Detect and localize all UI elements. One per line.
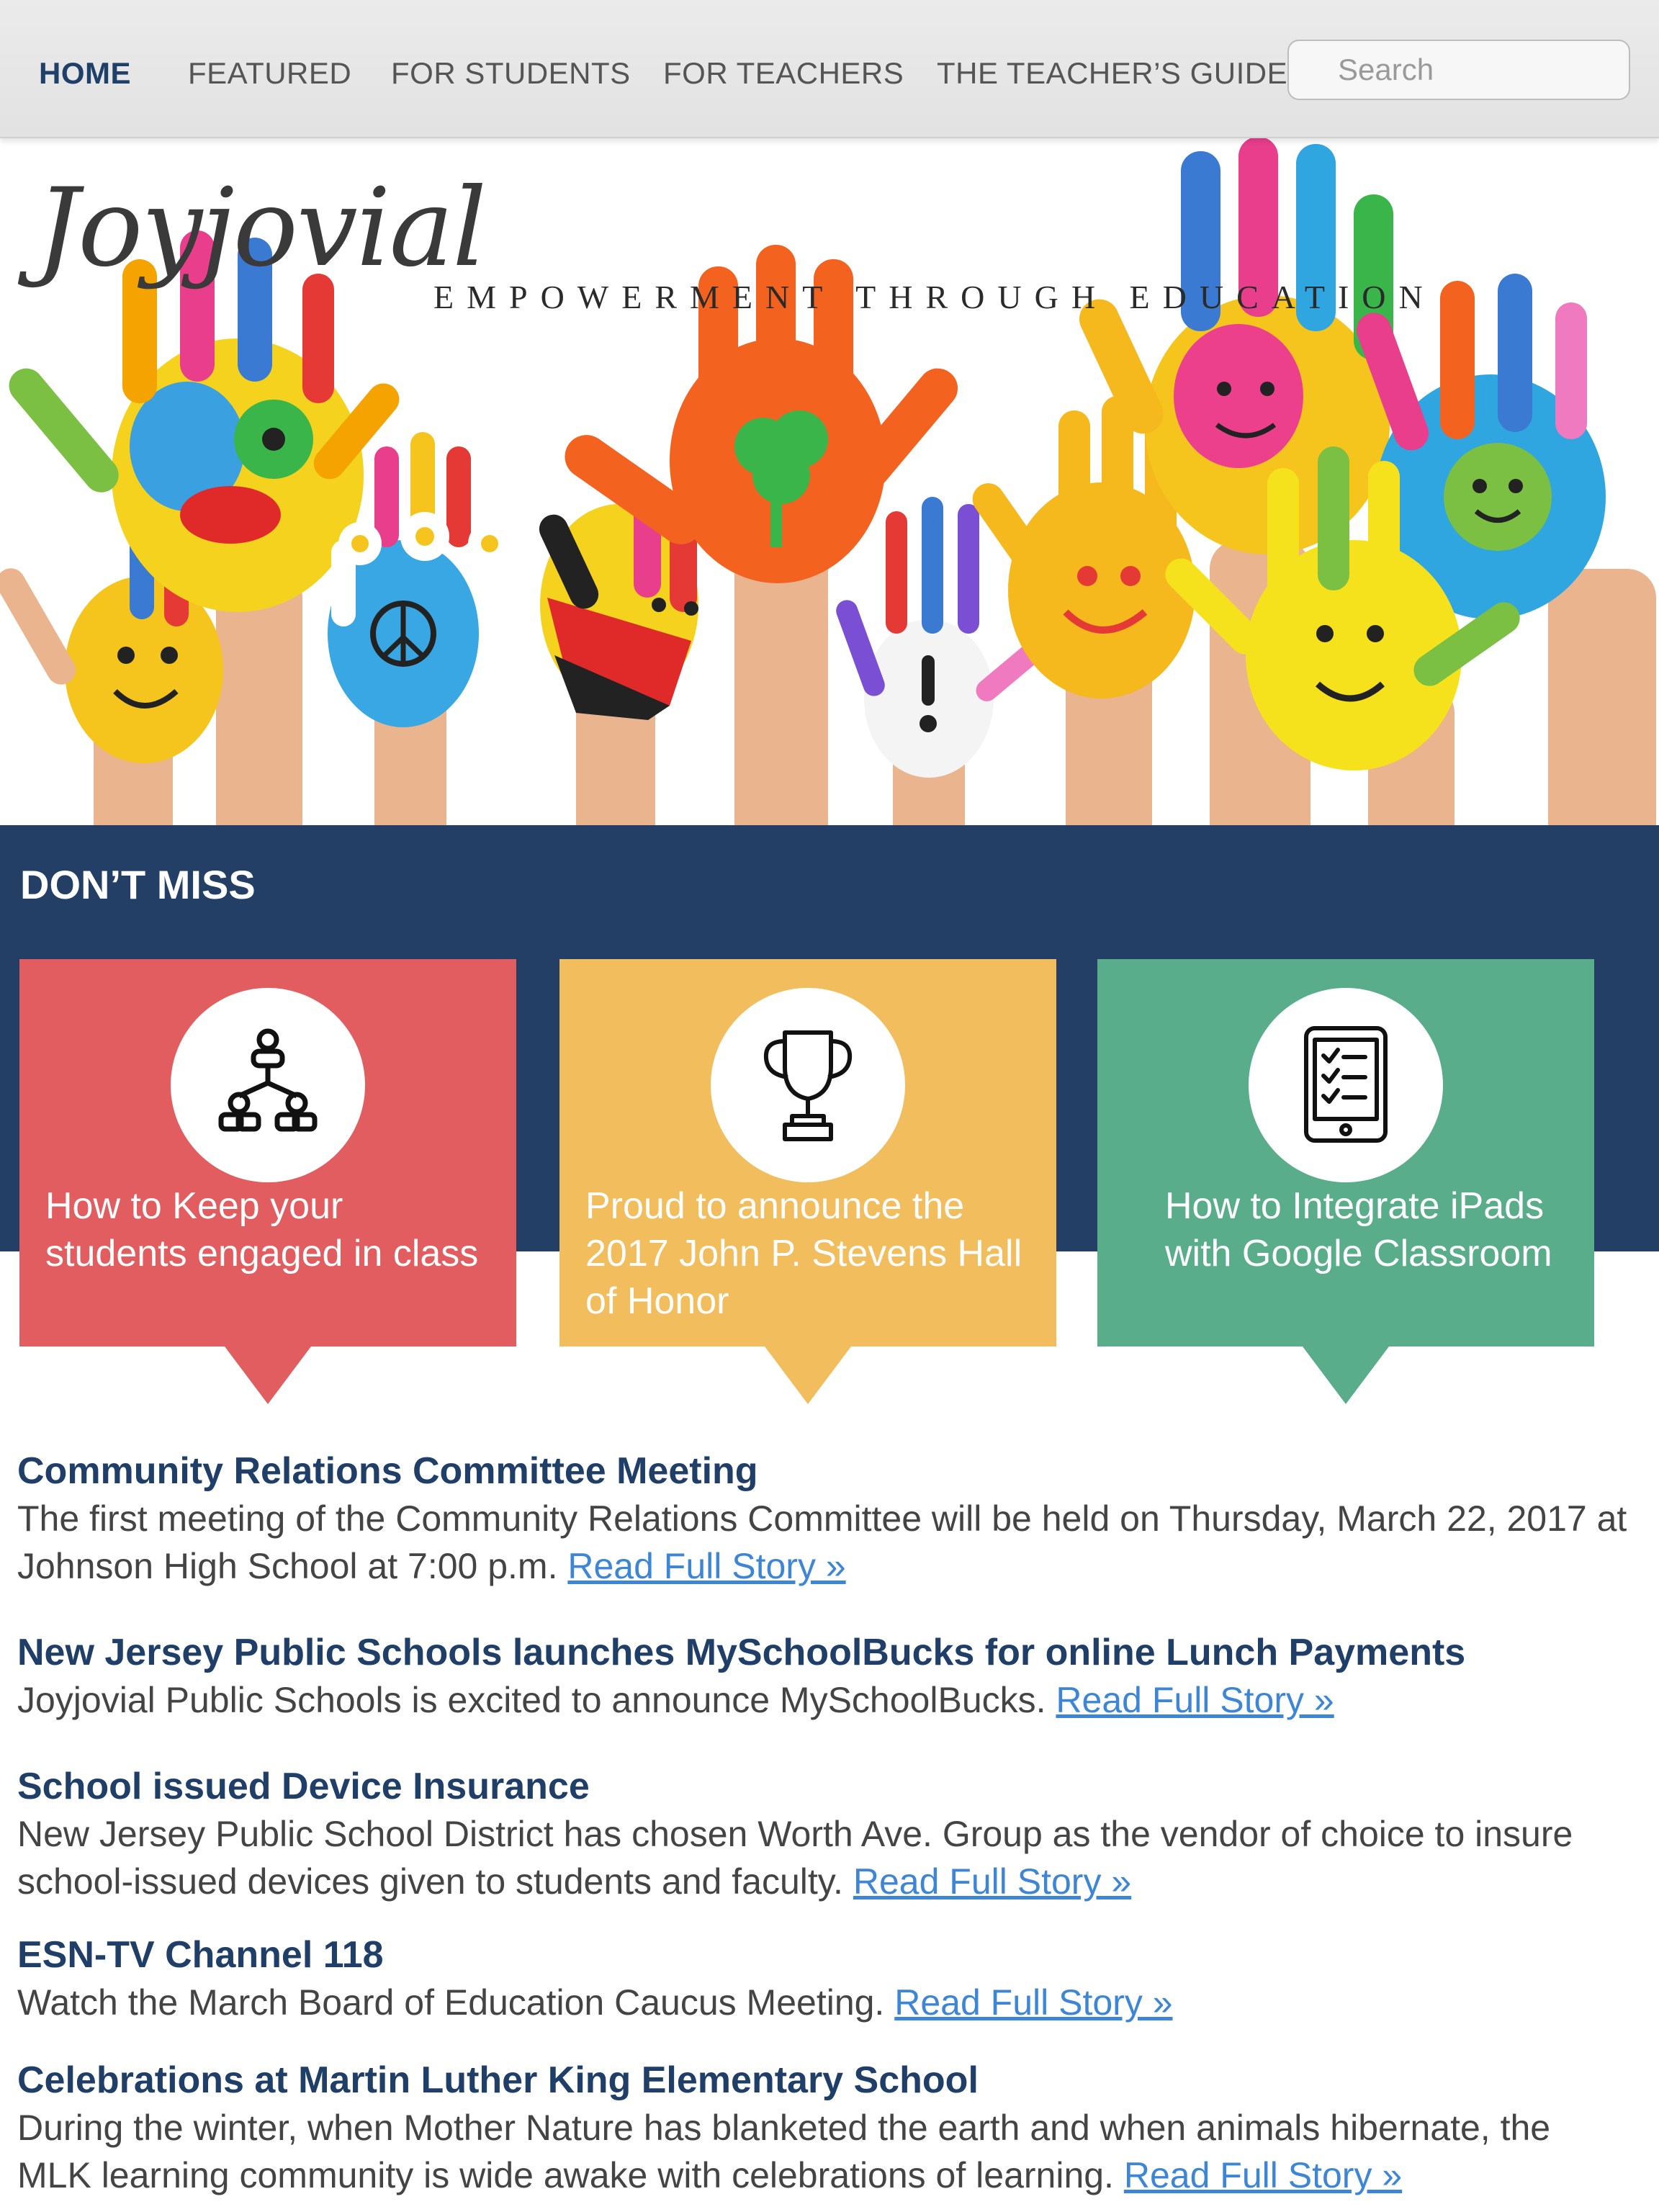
read-full-story-link[interactable]: Read Full Story » [894, 1982, 1172, 2023]
search-input[interactable] [1287, 40, 1630, 100]
news-summary: The first meeting of the Community Relat… [17, 1495, 1630, 1590]
nav-for-students[interactable]: FOR STUDENTS [391, 56, 631, 91]
read-full-story-link[interactable]: Read Full Story » [853, 1861, 1131, 1902]
trophy-icon [763, 1030, 853, 1141]
read-full-story-link[interactable]: Read Full Story » [1056, 1680, 1334, 1720]
news-summary: Joyjovial Public Schools is excited to a… [17, 1676, 1630, 1724]
dont-miss-card-engagement[interactable]: How to Keep your students engaged in cla… [19, 959, 516, 1404]
team-hierarchy-icon [218, 1028, 318, 1132]
news-item: School issued Device Insurance New Jerse… [17, 1763, 1630, 1905]
read-full-story-link[interactable]: Read Full Story » [1124, 2155, 1402, 2195]
card-title[interactable]: How to Keep your students engaged in cla… [45, 1182, 495, 1277]
card-pointer [1303, 1346, 1389, 1404]
top-navigation-bar: HOME FEATURED FOR STUDENTS FOR TEACHERS … [0, 0, 1659, 138]
news-summary: Watch the March Board of Education Caucu… [17, 1979, 1630, 2026]
news-item: Community Relations Committee Meeting Th… [17, 1447, 1630, 1590]
dont-miss-card-ipads[interactable]: How to Integrate iPads with Google Class… [1097, 959, 1594, 1404]
card-icon-circle [1249, 988, 1443, 1182]
news-item: ESN-TV Channel 118 Watch the March Board… [17, 1931, 1630, 2026]
news-title[interactable]: Community Relations Committee Meeting [17, 1447, 1630, 1495]
news-item: New Jersey Public Schools launches MySch… [17, 1629, 1630, 1724]
news-title[interactable]: ESN-TV Channel 118 [17, 1931, 1630, 1979]
news-summary-text: Watch the March Board of Education Caucu… [17, 1982, 885, 2023]
site-tagline: EMPOWERMENT THROUGH EDUCATION [433, 279, 1436, 315]
news-title[interactable]: Celebrations at Martin Luther King Eleme… [17, 2056, 1630, 2104]
news-summary-text: New Jersey Public School District has ch… [17, 1814, 1573, 1902]
dont-miss-card-hall-of-honor[interactable]: Proud to announce the 2017 John P. Steve… [559, 959, 1056, 1404]
read-full-story-link[interactable]: Read Full Story » [567, 1546, 845, 1586]
news-item: Celebrations at Martin Luther King Eleme… [17, 2056, 1630, 2199]
nav-featured[interactable]: FEATURED [188, 56, 351, 91]
news-title[interactable]: School issued Device Insurance [17, 1763, 1630, 1810]
hero-banner: Joyjovial EMPOWERMENT THROUGH EDUCATION [0, 137, 1659, 825]
dont-miss-heading: DON’T MISS [20, 862, 256, 907]
card-title[interactable]: Proud to announce the 2017 John P. Steve… [585, 1182, 1035, 1325]
news-summary-text: Joyjovial Public Schools is excited to a… [17, 1680, 1046, 1720]
news-summary: New Jersey Public School District has ch… [17, 1810, 1630, 1905]
nav-teachers-guide[interactable]: THE TEACHER’S GUIDE [937, 56, 1287, 91]
news-summary: During the winter, when Mother Nature ha… [17, 2104, 1630, 2199]
nav-home[interactable]: HOME [39, 56, 131, 91]
card-title[interactable]: How to Integrate iPads with Google Class… [1165, 1182, 1573, 1277]
card-pointer [765, 1346, 851, 1404]
nav-for-teachers[interactable]: FOR TEACHERS [663, 56, 904, 91]
news-title[interactable]: New Jersey Public Schools launches MySch… [17, 1629, 1630, 1676]
site-logo[interactable]: Joyjovial [36, 166, 487, 291]
news-list: Community Relations Committee Meeting Th… [17, 1447, 1630, 2199]
card-icon-circle [711, 988, 905, 1182]
card-icon-circle [171, 988, 365, 1182]
card-pointer [225, 1346, 311, 1404]
tablet-checklist-icon [1304, 1026, 1388, 1143]
